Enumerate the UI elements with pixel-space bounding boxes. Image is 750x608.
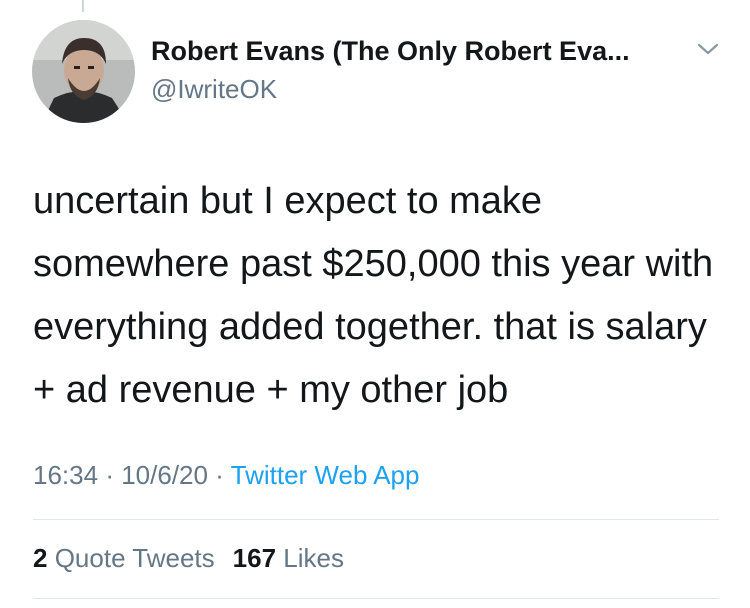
tweet-source-link[interactable]: Twitter Web App bbox=[231, 460, 420, 490]
divider bbox=[33, 598, 719, 599]
likes-link[interactable]: 167 Likes bbox=[233, 543, 344, 573]
likes-count: 167 bbox=[232, 543, 277, 573]
tweet-time[interactable]: 16:34 bbox=[33, 460, 98, 490]
tweet-meta: 16:34 · 10/6/20 · Twitter Web App bbox=[33, 460, 419, 491]
author-handle[interactable]: @IwriteOK bbox=[151, 74, 277, 105]
divider bbox=[33, 519, 719, 520]
likes-label: Likes bbox=[283, 543, 344, 573]
avatar-photo bbox=[32, 20, 135, 123]
meta-separator: · bbox=[105, 460, 114, 490]
tweet-text: uncertain but I expect to make somewhere… bbox=[33, 180, 714, 411]
quote-tweets-label: Quote Tweets bbox=[54, 543, 215, 573]
quote-tweets-link[interactable]: 2 Quote Tweets bbox=[33, 543, 215, 573]
thread-connector-line bbox=[82, 0, 84, 12]
author-display-name[interactable]: Robert Evans (The Only Robert Eva... bbox=[151, 36, 630, 67]
chevron-down-icon[interactable] bbox=[696, 40, 720, 58]
quote-tweets-count: 2 bbox=[33, 543, 48, 573]
avatar[interactable] bbox=[32, 20, 135, 123]
meta-separator: · bbox=[215, 460, 224, 490]
tweet-date[interactable]: 10/6/20 bbox=[121, 460, 208, 490]
tweet-stats: 2 Quote Tweets 167 Likes bbox=[33, 543, 344, 574]
